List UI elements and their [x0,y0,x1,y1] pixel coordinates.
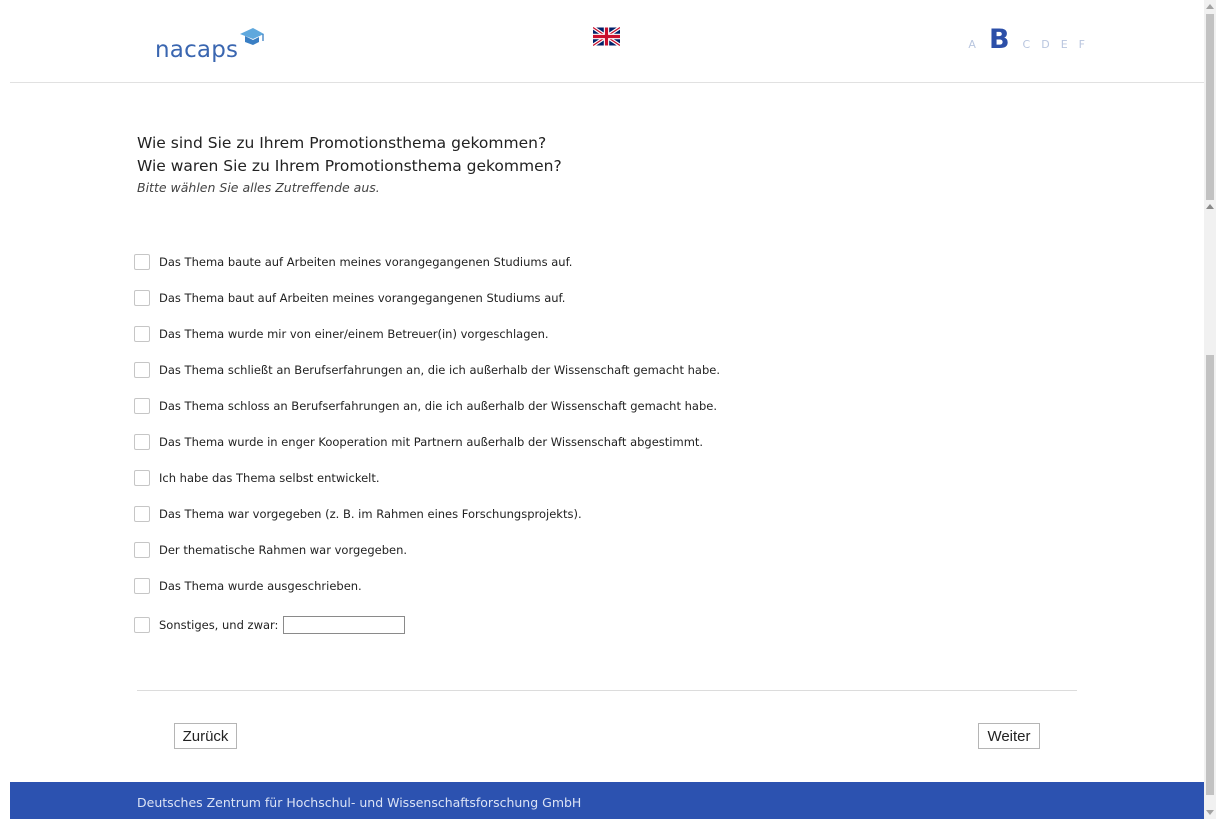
graduation-cap-icon [240,28,265,45]
option-item: Das Thema wurde in enger Kooperation mit… [134,424,720,460]
step-f[interactable]: F [1079,36,1086,54]
footer-text: Deutsches Zentrum für Hochschul- und Wis… [137,795,582,810]
question-title-2: Wie waren Sie zu Ihrem Promotionsthema g… [137,157,562,175]
option-other: Sonstiges, und zwar: [134,607,720,643]
option-other-label: Sonstiges, und zwar: [159,618,279,632]
option-item: Das Thema wurde ausgeschrieben. [134,568,720,604]
option-label: Ich habe das Thema selbst entwickelt. [159,471,380,485]
question-hint: Bitte wählen Sie alles Zutreffende aus. [137,180,380,195]
option-item: Das Thema schloss an Berufserfahrungen a… [134,388,720,424]
option-checkbox[interactable] [134,362,150,378]
step-a[interactable]: A [968,36,977,54]
back-button[interactable]: Zurück [174,723,237,749]
step-d[interactable]: D [1041,36,1050,54]
logo-text: nacaps [155,37,239,63]
scrollbar-thumb[interactable] [1206,355,1214,795]
option-other-checkbox[interactable] [134,617,150,633]
option-item: Der thematische Rahmen war vorgegeben. [134,532,720,568]
uk-flag-icon[interactable] [593,26,620,47]
option-label: Das Thema wurde mir von einer/einem Betr… [159,327,549,341]
option-label: Das Thema wurde ausgeschrieben. [159,579,362,593]
question-block: Wie sind Sie zu Ihrem Promotionsthema ge… [137,132,562,197]
option-label: Das Thema baut auf Arbeiten meines voran… [159,291,566,305]
option-checkbox[interactable] [134,398,150,414]
option-label: Das Thema schloss an Berufserfahrungen a… [159,399,717,413]
scroll-down-icon[interactable] [1206,810,1214,815]
header: nacaps ABCDEF [10,0,1204,83]
survey-page: nacaps ABCDEF Wie sind Sie zu Ihrem Prom… [0,0,1204,819]
answer-options: Das Thema baute auf Arbeiten meines vora… [134,244,720,643]
option-item: Das Thema baute auf Arbeiten meines vora… [134,244,720,280]
option-checkbox[interactable] [134,290,150,306]
option-checkbox[interactable] [134,506,150,522]
nacaps-logo: nacaps [155,26,265,64]
divider [137,690,1077,691]
option-checkbox[interactable] [134,470,150,486]
option-label: Der thematische Rahmen war vorgegeben. [159,543,408,557]
next-button[interactable]: Weiter [978,723,1040,749]
section-steps: ABCDEF [968,26,1086,54]
option-item: Ich habe das Thema selbst entwickelt. [134,460,720,496]
step-e[interactable]: E [1061,36,1069,54]
option-label: Das Thema wurde in enger Kooperation mit… [159,435,704,449]
scroll-up-inner-icon[interactable] [1206,204,1214,209]
option-label: Das Thema schließt an Berufserfahrungen … [159,363,720,377]
option-checkbox[interactable] [134,254,150,270]
option-checkbox[interactable] [134,542,150,558]
question-title-1: Wie sind Sie zu Ihrem Promotionsthema ge… [137,134,547,152]
option-checkbox[interactable] [134,434,150,450]
step-b[interactable]: B [989,26,1011,54]
option-item: Das Thema schließt an Berufserfahrungen … [134,352,720,388]
scroll-up-icon[interactable] [1206,4,1214,9]
option-item: Das Thema war vorgegeben (z. B. im Rahme… [134,496,720,532]
option-item: Das Thema wurde mir von einer/einem Betr… [134,316,720,352]
footer: Deutsches Zentrum für Hochschul- und Wis… [10,782,1204,819]
option-checkbox[interactable] [134,578,150,594]
scrollbar-thumb-outer[interactable] [1206,14,1214,200]
option-label: Das Thema baute auf Arbeiten meines vora… [159,255,573,269]
option-checkbox[interactable] [134,326,150,342]
option-label: Das Thema war vorgegeben (z. B. im Rahme… [159,507,582,521]
step-c[interactable]: C [1023,36,1032,54]
scrollbar[interactable] [1204,0,1216,819]
option-item: Das Thema baut auf Arbeiten meines voran… [134,280,720,316]
other-text-input[interactable] [283,616,406,634]
